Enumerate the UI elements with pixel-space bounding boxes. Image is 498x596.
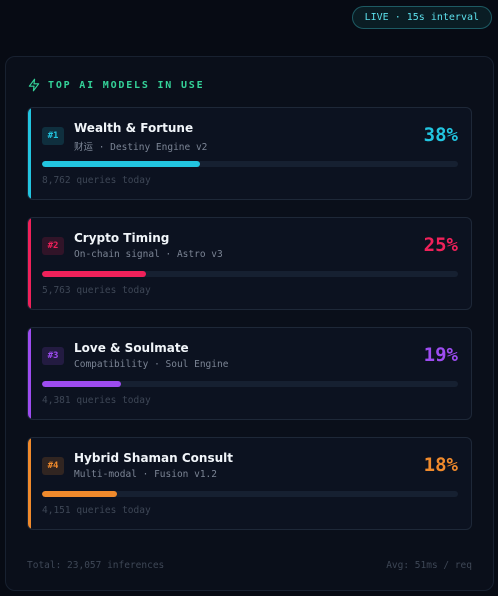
- usage-bar-fill: [42, 381, 122, 387]
- usage-bar-track: [42, 271, 458, 277]
- model-name: Crypto Timing: [74, 231, 170, 245]
- model-card-3[interactable]: #3 Love & Soulmate Compatibility · Soul …: [27, 327, 472, 420]
- bolt-icon: [28, 78, 40, 92]
- model-name: Wealth & Fortune: [74, 121, 194, 135]
- usage-percent: 38%: [423, 124, 458, 146]
- rank-badge: #3: [42, 347, 64, 365]
- panel-header: TOP AI MODELS IN USE: [27, 77, 204, 93]
- rank-badge: #4: [42, 457, 64, 475]
- model-card-4[interactable]: #4 Hybrid Shaman Consult Multi-modal · F…: [27, 437, 472, 530]
- usage-percent: 25%: [423, 234, 458, 256]
- card-accent: [28, 328, 31, 419]
- model-subtitle: Compatibility · Soul Engine: [74, 359, 229, 370]
- usage-bar-fill: [42, 161, 201, 167]
- card-accent: [28, 108, 31, 199]
- top-models-panel: TOP AI MODELS IN USE #1 Wealth & Fortune…: [5, 56, 494, 591]
- model-subtitle: On-chain signal · Astro v3: [74, 249, 223, 260]
- card-accent: [28, 218, 31, 309]
- usage-bar-track: [42, 381, 458, 387]
- query-count: 4,381 queries today: [42, 395, 151, 406]
- average-latency: Avg: 51ms / req: [386, 560, 472, 571]
- panel-title: TOP AI MODELS IN USE: [48, 79, 205, 91]
- total-inferences: Total: 23,057 inferences: [27, 560, 165, 571]
- usage-bar-track: [42, 491, 458, 497]
- rank-badge: #2: [42, 237, 64, 255]
- usage-bar-fill: [42, 491, 117, 497]
- usage-percent: 18%: [423, 454, 458, 476]
- usage-bar-track: [42, 161, 458, 167]
- model-subtitle: Multi-modal · Fusion v1.2: [74, 469, 217, 480]
- rank-badge: #1: [42, 127, 64, 145]
- model-name: Hybrid Shaman Consult: [74, 451, 233, 465]
- query-count: 5,763 queries today: [42, 285, 151, 296]
- model-card-2[interactable]: #2 Crypto Timing On-chain signal · Astro…: [27, 217, 472, 310]
- live-status-badge: LIVE · 15s interval: [351, 6, 492, 29]
- model-subtitle: 财运 · Destiny Engine v2: [74, 142, 208, 153]
- query-count: 8,762 queries today: [42, 175, 151, 186]
- card-accent: [28, 438, 31, 529]
- model-name: Love & Soulmate: [74, 341, 189, 355]
- usage-percent: 19%: [423, 344, 458, 366]
- model-card-1[interactable]: #1 Wealth & Fortune 财运 · Destiny Engine …: [27, 107, 472, 200]
- query-count: 4,151 queries today: [42, 505, 151, 516]
- usage-bar-fill: [42, 271, 146, 277]
